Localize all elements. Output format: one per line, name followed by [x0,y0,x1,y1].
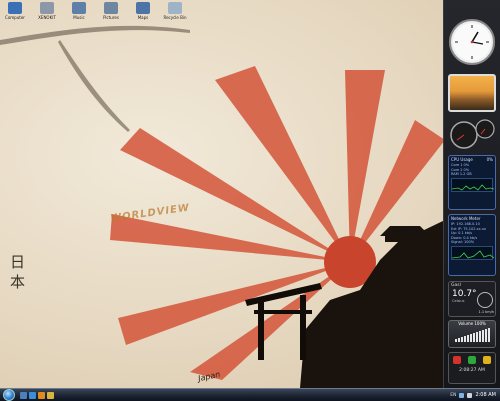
cpu-graph [451,177,494,192]
desktop-icon-maps[interactable]: Maps [130,2,156,20]
desktop-icon-label: Pictures [103,15,119,20]
control-time: 2:08:27 AM [459,368,485,373]
weather-gadget[interactable]: Gasl 10.7° Celsius 1.1 km/h [448,281,496,317]
desktop-icon-label: XENOKIT [38,15,56,20]
wind-compass-icon [477,292,493,308]
language-indicator[interactable]: EN [450,393,456,398]
start-button[interactable] [3,389,15,401]
computer-icon [8,2,22,14]
music-icon [72,2,86,14]
taskbar: EN 2:08 AM [0,388,500,401]
control-buttons [449,353,495,364]
slideshow-gadget[interactable] [448,74,496,112]
folder-icon[interactable] [47,391,54,399]
cpu-header: CPU Usage 0% [449,156,495,163]
kanji-text: 日本 [10,253,26,291]
network-title: Network Meter [451,216,481,221]
restart-icon[interactable] [467,356,476,364]
control-gadget[interactable]: 2:08:27 AM [448,352,496,384]
quick-launch [20,391,54,399]
desktop-icon-label: Computer [5,15,25,20]
network-meter-gadget[interactable]: Network Meter IP: 192.168.0.10 Ext IP: 7… [448,214,496,276]
internet-explorer-icon[interactable] [29,391,36,399]
cpu-line: RAM 1.2 GB [451,172,472,176]
desktop-icons: Computer XENOKIT Music Pictures Maps Rec… [2,2,188,20]
network-header: Network Meter [449,215,495,222]
volume-gadget[interactable]: Volume 100% [448,320,496,348]
cherry-blossom-branch [0,25,190,132]
recycle-bin-icon [168,2,182,14]
weather-city: Gasl [451,283,461,288]
volume-bars[interactable] [449,328,495,342]
rising-sun-rays [0,25,445,388]
pictures-icon [104,2,118,14]
system-tray: EN 2:08 AM [450,392,500,398]
maps-icon [136,2,150,14]
speaker-icon[interactable] [467,392,473,398]
taskbar-clock[interactable]: 2:08 AM [475,392,496,398]
show-desktop-icon[interactable] [20,391,27,399]
network-icon[interactable] [459,392,465,398]
power-icon[interactable] [452,356,461,364]
clock-gadget[interactable] [448,14,496,70]
folder-icon [40,2,54,14]
cpu-meter-gadget[interactable] [448,117,496,151]
desktop-icon-label: Maps [137,15,149,20]
media-player-icon[interactable] [38,391,45,399]
desktop-background: Computer XENOKIT Music Pictures Maps Rec… [0,0,500,388]
windows-sidebar: CPU Usage 0% Core 1 0% Core 2 0% RAM 1.2… [443,0,500,388]
volume-label: Volume 100% [458,321,486,326]
desktop-icon-recycle-bin[interactable]: Recycle Bin [162,2,188,20]
desktop-icon-xenokit[interactable]: XENOKIT [34,2,60,20]
desktop-icon-label: Music [73,15,85,20]
cpu-value: 0% [486,157,493,162]
desktop-icon-computer[interactable]: Computer [2,2,28,20]
gauge-dials [450,119,495,149]
sleep-icon[interactable] [483,356,492,364]
clock-face [449,19,495,65]
cpu-title: CPU Usage [451,157,473,162]
desktop-icon-pictures[interactable]: Pictures [98,2,124,20]
weather-wind-speed: 1.1 km/h [478,310,494,314]
network-line: Signal: 100% [451,240,475,244]
network-graph [451,245,494,260]
desktop-icon-label: Recycle Bin [163,15,187,20]
desktop-icon-music[interactable]: Music [66,2,92,20]
cpu-usage-gadget[interactable]: CPU Usage 0% Core 1 0% Core 2 0% RAM 1.2… [448,155,496,210]
